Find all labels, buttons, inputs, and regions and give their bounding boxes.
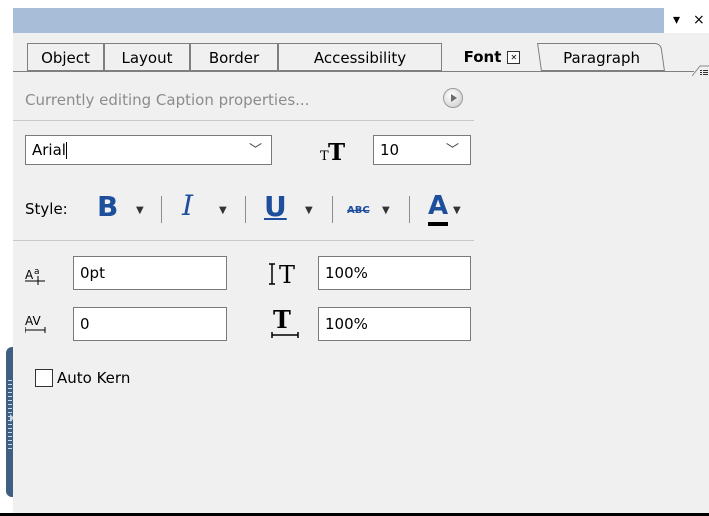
tab-row: Object Layout Border Accessibility Font ✕… [13, 43, 709, 73]
close-icon[interactable]: × [693, 11, 705, 29]
text-cursor [65, 142, 67, 159]
auto-kern-label: Auto Kern [57, 369, 131, 387]
line-height-value: 100% [325, 264, 368, 282]
tab-layout-label: Layout [121, 49, 173, 67]
italic-dropdown-icon[interactable]: ▼ [219, 205, 227, 216]
font-size-value: 10 [380, 141, 400, 159]
tab-border-label: Border [208, 49, 260, 67]
tab-border[interactable]: Border [190, 43, 278, 71]
style-separator [161, 196, 162, 223]
svg-text:T: T [279, 261, 295, 289]
horizontal-scale-input[interactable]: 100% [318, 307, 471, 341]
font-color-swatch [428, 222, 448, 226]
baseline-shift-icon: A a [25, 267, 45, 285]
tab-paragraph-label: Paragraph [562, 49, 640, 67]
auto-kern-checkbox[interactable] [35, 369, 53, 387]
tab-accessibility[interactable]: Accessibility [278, 43, 442, 71]
play-icon[interactable] [443, 88, 463, 108]
underline-dropdown-icon[interactable]: ▼ [305, 205, 313, 216]
tab-object-label: Object [41, 49, 90, 67]
divider-top [13, 120, 474, 121]
kerning-icon: AV [25, 314, 46, 333]
bold-dropdown-icon[interactable]: ▼ [136, 205, 144, 216]
underline-icon[interactable]: U [264, 190, 287, 223]
strikethrough-dropdown-icon[interactable]: ▼ [382, 205, 390, 216]
style-separator [409, 196, 410, 223]
panel-titlebar: ▾ × [13, 8, 709, 33]
font-color-icon[interactable]: A [428, 191, 448, 221]
panel-menu-icon [691, 65, 709, 77]
line-height-input[interactable]: 100% [318, 256, 471, 290]
baseline-shift-value: 0pt [80, 264, 105, 282]
svg-text:T: T [328, 139, 345, 166]
svg-text:AV: AV [25, 314, 41, 328]
svg-text:T: T [273, 306, 291, 334]
style-separator [332, 196, 333, 223]
tab-object[interactable]: Object [27, 43, 104, 71]
pin-dropdown-icon[interactable]: ▾ [673, 11, 680, 29]
panel-menu-button[interactable] [691, 62, 709, 77]
horizontal-scale-icon: T [271, 306, 299, 338]
italic-icon[interactable]: I [182, 189, 193, 222]
font-color-dropdown-icon[interactable]: ▼ [453, 205, 461, 216]
tab-font-label: Font [463, 48, 502, 66]
style-label: Style: [25, 200, 68, 218]
bold-icon[interactable]: B [97, 190, 118, 223]
svg-text:a: a [34, 267, 40, 277]
style-separator [245, 196, 246, 223]
baseline-shift-input[interactable]: 0pt [73, 256, 227, 290]
tab-font[interactable]: Font ✕ [442, 43, 542, 71]
kerning-input[interactable]: 0 [73, 307, 227, 341]
chevron-down-icon: ﹀ [446, 143, 460, 158]
tab-layout[interactable]: Layout [104, 43, 190, 71]
font-family-value: Arial [32, 141, 66, 159]
divider-middle [13, 240, 474, 241]
tab-accessibility-label: Accessibility [313, 49, 407, 67]
chevron-down-icon: ﹀ [249, 143, 263, 158]
tab-paragraph[interactable]: Paragraph [537, 43, 665, 71]
strikethrough-icon[interactable]: ABC [347, 205, 370, 216]
kerning-value: 0 [80, 315, 90, 333]
svg-text:A: A [25, 268, 34, 282]
tab-underline [13, 71, 694, 72]
editing-status-text: Currently editing Caption properties... [25, 91, 310, 109]
font-size-icon: T T [320, 139, 345, 166]
font-family-select[interactable]: Arial [25, 135, 272, 165]
tab-close-icon[interactable]: ✕ [507, 51, 521, 64]
line-height-icon: T [269, 261, 295, 289]
titlebar-highlight [13, 8, 664, 33]
horizontal-scale-value: 100% [325, 315, 368, 333]
